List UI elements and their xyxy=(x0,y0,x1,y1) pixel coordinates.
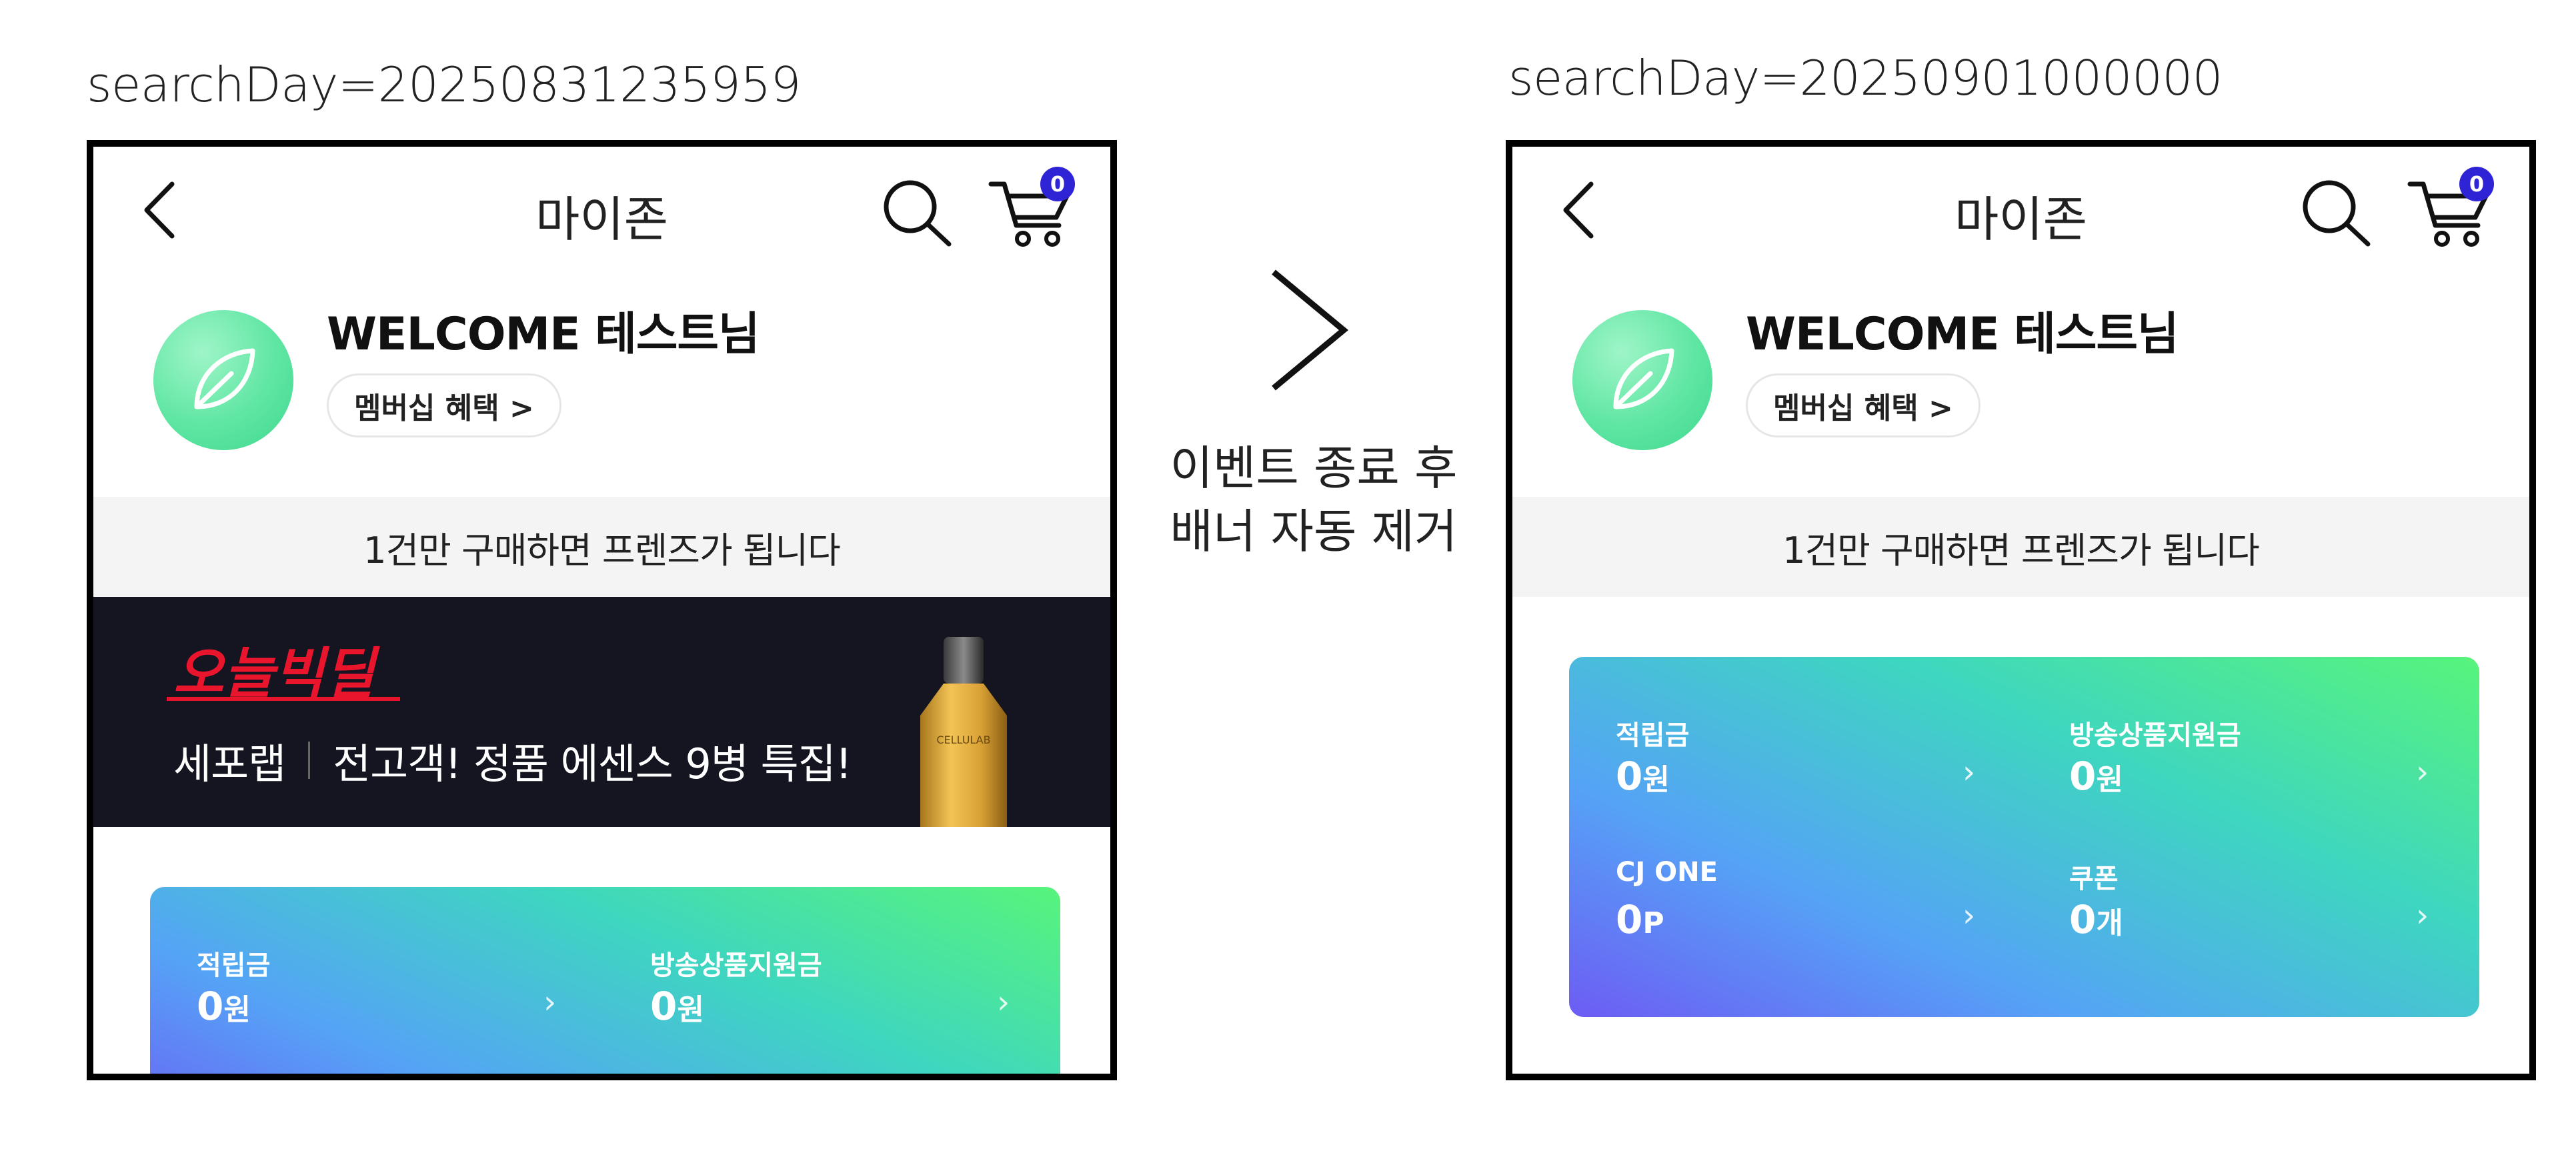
points-value: 0원 xyxy=(650,984,704,1029)
welcome-message: WELCOME 테스트님 xyxy=(1746,308,2179,361)
leaf-icon xyxy=(194,348,255,409)
leaf-icon xyxy=(1613,348,1674,409)
promo-text: 세포랩 전고객! 정품 에센스 9병 특집! xyxy=(173,730,852,790)
points-item-reward[interactable]: 적립금 0원 › xyxy=(197,944,623,1050)
caption-before: searchDay=20250831235959 xyxy=(87,57,802,113)
cart-button[interactable]: 0 xyxy=(987,165,1080,252)
avatar xyxy=(1572,310,1712,450)
transition-line-1: 이벤트 종료 후 xyxy=(1170,441,1458,495)
top-bar: 마이존 0 xyxy=(93,147,1110,260)
points-card: 적립금 0원 › 방송상품지원금 0원 › xyxy=(150,887,1060,1074)
points-value: 0원 xyxy=(1616,754,1670,799)
search-icon xyxy=(884,180,952,247)
search-button[interactable] xyxy=(2296,175,2376,248)
points-label: CJ ONE xyxy=(1616,857,1718,888)
chevron-right-icon: › xyxy=(1963,754,1976,791)
points-value: 0원 xyxy=(197,984,251,1029)
friends-promo-strip[interactable]: 1건만 구매하면 프렌즈가 됩니다 xyxy=(1512,497,2529,597)
search-icon xyxy=(2303,180,2371,247)
bottle-label: CELLULAB xyxy=(936,734,990,746)
cart-button[interactable]: 0 xyxy=(2406,165,2499,252)
points-item-coupon[interactable]: 쿠폰 0개 › xyxy=(2069,857,2479,964)
transition-arrow-icon xyxy=(1272,269,1349,391)
welcome-message: WELCOME 테스트님 xyxy=(327,308,760,361)
points-value: 0개 xyxy=(2069,897,2123,942)
cart-count-badge: 0 xyxy=(1040,167,1075,201)
promo-divider xyxy=(308,742,311,779)
phone-after-screen: 마이존 0 WELCOME 테스트님 멤버십 혜택 > 1건만 구매하면 프렌즈… xyxy=(1506,140,2536,1080)
transition-line-2: 배너 자동 제거 xyxy=(1170,504,1458,559)
profile-section: WELCOME 테스트님 멤버십 혜택 > xyxy=(1512,280,2529,493)
points-label: 적립금 xyxy=(1616,720,1690,751)
promo-logo-text: 오늘빅딜 xyxy=(173,642,380,706)
chevron-right-icon: › xyxy=(1963,897,1976,934)
points-item-cj-one[interactable]: CJ ONE 0P › xyxy=(1616,857,2043,964)
membership-benefits-button[interactable]: 멤버십 혜택 > xyxy=(1746,373,1981,437)
friends-promo-strip[interactable]: 1건만 구매하면 프렌즈가 됩니다 xyxy=(93,497,1110,597)
membership-benefits-button[interactable]: 멤버십 혜택 > xyxy=(327,373,561,437)
points-label: 쿠폰 xyxy=(2069,864,2119,894)
chevron-right-icon: › xyxy=(2416,754,2429,791)
caption-after: searchDay=20250901000000 xyxy=(1508,50,2223,106)
points-label: 적립금 xyxy=(197,950,271,981)
page-title: 마이존 xyxy=(1955,191,2087,247)
transition-caption: 이벤트 종료 후 배너 자동 제거 xyxy=(1154,437,1474,563)
bottle-image: CELLULAB xyxy=(920,637,1007,827)
points-card: 적립금 0원 › 방송상품지원금 0원 › CJ ONE 0P › 쿠폰 0개 … xyxy=(1569,657,2479,1017)
promo-banner[interactable]: 오늘빅딜 세포랩 전고객! 정품 에센스 9병 특집! CELLULAB xyxy=(93,597,1110,827)
phone-before-screen: 마이존 0 WELCOME 테스트님 멤버십 혜택 > 1건만 구매하면 프렌즈… xyxy=(87,140,1117,1080)
points-item-reward[interactable]: 적립금 0원 › xyxy=(1616,714,2043,820)
points-label: 방송상품지원금 xyxy=(2069,720,2241,751)
cart-count-badge: 0 xyxy=(2459,167,2494,201)
search-button[interactable] xyxy=(877,175,957,248)
points-value: 0P xyxy=(1616,897,1664,942)
page-title: 마이존 xyxy=(535,191,668,247)
promo-headline: 전고객! 정품 에센스 9병 특집! xyxy=(333,740,852,788)
top-bar: 마이존 0 xyxy=(1512,147,2529,260)
chevron-right-icon: › xyxy=(997,984,1010,1021)
points-value: 0원 xyxy=(2069,754,2123,799)
avatar xyxy=(153,310,293,450)
chevron-right-icon: › xyxy=(2416,897,2429,934)
profile-section: WELCOME 테스트님 멤버십 혜택 > xyxy=(93,280,1110,493)
points-item-broadcast-support[interactable]: 방송상품지원금 0원 › xyxy=(650,944,1060,1050)
promo-brand: 세포랩 xyxy=(173,740,286,788)
promo-logo: 오늘빅딜 xyxy=(167,642,400,706)
points-label: 방송상품지원금 xyxy=(650,950,822,981)
points-item-broadcast-support[interactable]: 방송상품지원금 0원 › xyxy=(2069,714,2479,820)
chevron-right-icon: › xyxy=(543,984,557,1021)
